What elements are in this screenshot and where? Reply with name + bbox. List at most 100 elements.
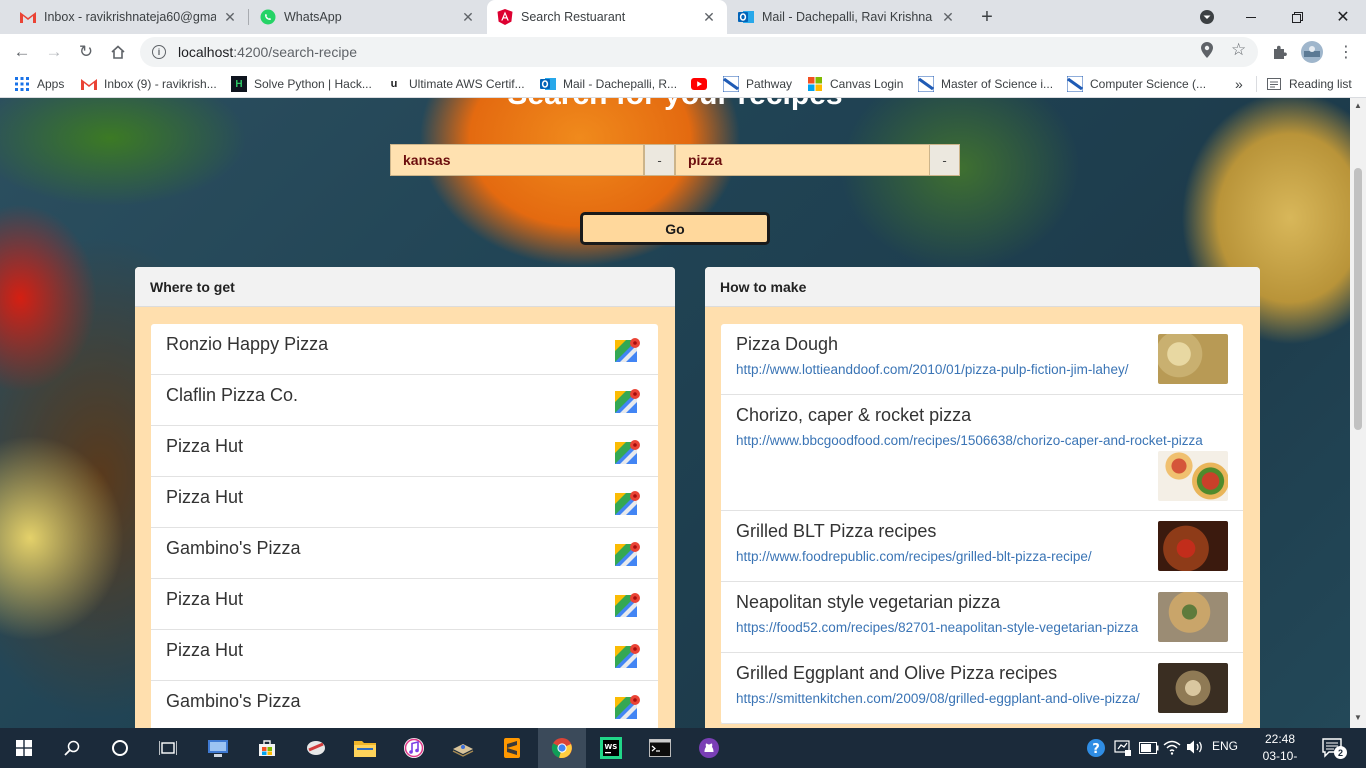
star-bookmark-icon[interactable]: ☆ [1231, 40, 1246, 60]
search-button[interactable] [48, 728, 96, 768]
help-icon[interactable]: ? [1086, 738, 1106, 763]
bookmark-apps[interactable]: Apps [14, 75, 64, 93]
tab-search-button[interactable] [1184, 0, 1230, 34]
google-maps-icon[interactable] [614, 642, 642, 670]
close-window-button[interactable]: ✕ [1320, 0, 1366, 34]
taskbar-github-desktop[interactable] [685, 728, 733, 768]
recipe-item[interactable]: Grilled Eggplant and Olive Pizza recipes… [721, 653, 1243, 724]
start-button[interactable] [0, 728, 48, 768]
clear-location-button[interactable]: - [644, 144, 675, 176]
address-bar[interactable]: i localhost:4200/search-recipe [140, 37, 1258, 67]
bookmark-youtube[interactable] [691, 75, 714, 93]
taskbar-weather-app[interactable] [292, 728, 340, 768]
scroll-down-arrow-icon[interactable]: ▼ [1354, 714, 1362, 722]
taskbar-webstorm[interactable]: WS [587, 728, 635, 768]
bookmark-canvas-login[interactable]: Canvas Login [807, 75, 903, 93]
recipe-thumbnail[interactable] [1158, 521, 1228, 571]
profile-avatar[interactable] [1300, 40, 1324, 64]
restore-button[interactable] [1274, 0, 1320, 34]
taskbar-chrome[interactable] [538, 728, 586, 768]
clock[interactable]: 22:48 03-10-2021 [1250, 731, 1310, 768]
close-icon[interactable]: ✕ [701, 9, 717, 25]
list-item[interactable]: Pizza Hut [151, 477, 658, 528]
recipe-thumbnail[interactable] [1158, 663, 1228, 713]
list-item[interactable]: Claflin Pizza Co. [151, 375, 658, 426]
recipe-item[interactable]: Chorizo, caper & rocket pizza http://www… [721, 395, 1243, 511]
close-icon[interactable]: ✕ [940, 9, 956, 25]
recipe-thumbnail[interactable] [1158, 334, 1228, 384]
go-button[interactable]: Go [580, 212, 770, 245]
bookmark-master-of-science[interactable]: Master of Science i... [918, 75, 1053, 93]
google-maps-icon[interactable] [614, 489, 642, 517]
scrollbar-thumb[interactable] [1354, 168, 1362, 430]
page-scrollbar[interactable]: ▲ ▼ [1350, 98, 1366, 728]
reload-button[interactable]: ↻ [72, 38, 100, 66]
home-button[interactable] [104, 38, 132, 66]
more-menu-icon[interactable]: ⋮ [1334, 40, 1358, 64]
extensions-puzzle-icon[interactable] [1268, 40, 1292, 64]
volume-icon[interactable] [1186, 739, 1204, 760]
recipe-link[interactable]: http://www.foodrepublic.com/recipes/gril… [736, 549, 1092, 564]
bookmark-outlook-mail[interactable]: Mail - Dachepalli, R... [540, 75, 677, 93]
bookmark-hackerrank[interactable]: H Solve Python | Hack... [231, 75, 372, 93]
location-input[interactable]: kansas [390, 144, 644, 176]
google-maps-icon[interactable] [614, 438, 642, 466]
location-pin-icon[interactable] [1201, 42, 1213, 61]
taskbar-itunes[interactable] [390, 728, 438, 768]
bookmark-inbox[interactable]: Inbox (9) - ravikrish... [81, 75, 217, 93]
recipe-item[interactable]: Grilled BLT Pizza recipes http://www.foo… [721, 511, 1243, 582]
list-item[interactable]: Pizza Hut [151, 579, 658, 630]
cortana-button[interactable] [96, 728, 144, 768]
notifications-button[interactable]: 2 [1322, 738, 1347, 763]
task-manager-tray-icon[interactable] [1114, 739, 1132, 762]
bookmark-aws-course[interactable]: u Ultimate AWS Certif... [386, 75, 525, 93]
google-maps-icon[interactable] [614, 591, 642, 619]
recipe-link[interactable]: http://www.lottieanddoof.com/2010/01/piz… [736, 362, 1128, 377]
google-maps-icon[interactable] [614, 540, 642, 568]
forward-button[interactable]: → [40, 38, 68, 66]
list-item[interactable]: Pizza Hut [151, 426, 658, 477]
recipe-thumbnail[interactable] [1158, 451, 1228, 501]
taskbar-file-explorer[interactable] [341, 728, 389, 768]
scroll-up-arrow-icon[interactable]: ▲ [1354, 102, 1362, 110]
bookmark-computer-science[interactable]: Computer Science (... [1067, 75, 1206, 93]
battery-icon[interactable] [1139, 741, 1159, 759]
google-maps-icon[interactable] [614, 336, 642, 364]
minimize-button[interactable] [1228, 0, 1274, 34]
reading-list-button[interactable]: Reading list [1266, 75, 1352, 93]
tab-outlook-mail[interactable]: Mail - Dachepalli, Ravi Krishna Te ✕ [728, 0, 966, 34]
list-item[interactable]: Ronzio Happy Pizza [151, 324, 658, 375]
language-indicator[interactable]: ENG [1212, 739, 1238, 753]
info-icon[interactable]: i [152, 45, 166, 59]
recipe-link[interactable]: https://smittenkitchen.com/2009/08/grill… [736, 691, 1140, 706]
back-button[interactable]: ← [8, 38, 36, 66]
taskbar-store[interactable] [243, 728, 291, 768]
tab-gmail[interactable]: Inbox - ravikrishnateja60@gmail. ✕ [10, 0, 248, 34]
recipe-item[interactable]: Pizza Dough http://www.lottieanddoof.com… [721, 324, 1243, 395]
clear-food-button[interactable]: - [929, 144, 960, 176]
taskbar-sublime-text[interactable] [488, 728, 536, 768]
recipe-link[interactable]: http://www.bbcgoodfood.com/recipes/15066… [736, 433, 1203, 448]
close-icon[interactable]: ✕ [460, 9, 476, 25]
google-maps-icon[interactable] [614, 693, 642, 721]
new-tab-button[interactable]: + [976, 6, 998, 28]
more-bookmarks-button[interactable]: » [1235, 75, 1243, 93]
recipe-thumbnail[interactable] [1158, 592, 1228, 642]
task-view-icon [159, 741, 177, 755]
food-input[interactable]: pizza [675, 144, 930, 176]
recipe-link[interactable]: https://food52.com/recipes/82701-neapoli… [736, 620, 1138, 635]
task-view-button[interactable] [144, 728, 192, 768]
list-item[interactable]: Pizza Hut [151, 630, 658, 681]
taskbar-app-books[interactable] [439, 728, 487, 768]
wifi-icon[interactable] [1163, 739, 1181, 760]
bookmark-pathway[interactable]: Pathway [723, 75, 792, 93]
close-icon[interactable]: ✕ [222, 9, 238, 25]
tab-search-restaurant[interactable]: Search Restuarant ✕ [487, 0, 727, 34]
google-maps-icon[interactable] [614, 387, 642, 415]
list-item[interactable]: Gambino's Pizza [151, 528, 658, 579]
list-item[interactable]: Gambino's Pizza [151, 681, 658, 728]
taskbar-app-pinned[interactable] [194, 728, 242, 768]
tab-whatsapp[interactable]: WhatsApp ✕ [250, 0, 486, 34]
recipe-item[interactable]: Neapolitan style vegetarian pizza https:… [721, 582, 1243, 653]
taskbar-terminal[interactable] [636, 728, 684, 768]
